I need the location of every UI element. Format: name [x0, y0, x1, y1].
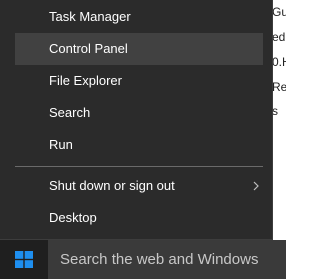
search-placeholder: Search the web and Windows: [60, 251, 259, 268]
menu-item-label: Search: [49, 105, 91, 120]
menu-item-desktop[interactable]: Desktop: [15, 202, 263, 234]
menu-item-label: Shut down or sign out: [49, 178, 175, 193]
taskbar-search-box[interactable]: Search the web and Windows: [48, 240, 286, 279]
menu-separator: [15, 166, 263, 167]
background-text-line: Gu: [272, 5, 286, 19]
menu-item-label: Task Manager: [49, 9, 131, 24]
menu-item-label: Control Panel: [49, 41, 128, 56]
screen: Gu ed 0.H Re s Task Manager Control Pane…: [0, 0, 286, 279]
taskbar: Search the web and Windows: [0, 240, 286, 279]
menu-item-label: Desktop: [49, 210, 97, 225]
background-text-line: ed: [272, 30, 286, 44]
menu-item-file-explorer[interactable]: File Explorer: [15, 65, 263, 97]
chevron-right-icon: [253, 181, 259, 191]
menu-item-label: Run: [49, 137, 73, 152]
windows-logo-icon: [15, 251, 33, 268]
menu-item-task-manager[interactable]: Task Manager: [15, 1, 263, 33]
background-text-line: 0.H: [272, 55, 286, 69]
background-text-line: Re: [272, 80, 286, 94]
menu-item-control-panel[interactable]: Control Panel: [15, 33, 263, 65]
menu-item-label: File Explorer: [49, 73, 122, 88]
menu-item-shut-down-or-sign-out[interactable]: Shut down or sign out: [15, 170, 263, 202]
start-button[interactable]: [0, 240, 48, 279]
menu-item-run[interactable]: Run: [15, 129, 263, 161]
menu-item-search[interactable]: Search: [15, 97, 263, 129]
power-user-menu: Task Manager Control Panel File Explorer…: [0, 0, 273, 240]
